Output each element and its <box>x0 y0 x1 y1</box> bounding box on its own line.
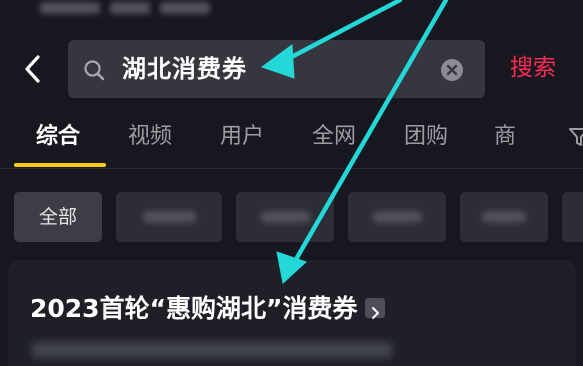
tab-web[interactable]: 全网 <box>312 122 356 152</box>
search-submit-button[interactable]: 搜索 <box>510 52 556 84</box>
blurred-result-subtitle <box>32 342 392 358</box>
back-arrow-icon <box>25 55 40 83</box>
tab-videos[interactable]: 视频 <box>128 122 172 152</box>
blurred-chip-text <box>142 211 196 223</box>
filter-icon[interactable] <box>568 126 583 148</box>
blurred-chip-text <box>260 211 310 223</box>
chip-blurred[interactable] <box>116 192 222 242</box>
result-title-text[interactable]: 2023首轮“惠购湖北”消费券 <box>30 294 357 323</box>
tab-group-buy[interactable]: 团购 <box>404 122 448 152</box>
chip-blurred[interactable] <box>236 192 334 242</box>
back-button[interactable] <box>18 52 48 86</box>
active-tab-indicator <box>14 163 106 167</box>
search-icon <box>84 60 105 81</box>
result-card[interactable]: 2023首轮“惠购湖北”消费券 <box>8 260 576 366</box>
chip-blurred[interactable] <box>562 192 583 242</box>
search-results-screen: 湖北消费券 搜索 综合 视频 用户 全网 团购 商 全部 2023首轮“惠购湖北… <box>0 0 583 366</box>
chip-blurred[interactable] <box>460 192 548 242</box>
tab-users[interactable]: 用户 <box>220 122 264 152</box>
chip-all[interactable]: 全部 <box>14 192 102 242</box>
blurred-chip-text <box>482 211 526 223</box>
chevron-right-icon[interactable] <box>365 298 386 319</box>
search-field[interactable]: 湖北消费券 <box>68 40 485 98</box>
result-tabs: 综合 视频 用户 全网 团购 商 <box>0 118 583 168</box>
chip-all-label: 全部 <box>38 206 77 228</box>
blurred-status-text <box>40 2 210 18</box>
search-query-text[interactable]: 湖北消费券 <box>122 53 247 85</box>
blurred-chip-text <box>372 211 422 223</box>
tab-shop[interactable]: 商 <box>494 122 516 152</box>
chip-blurred[interactable] <box>348 192 446 242</box>
result-title[interactable]: 2023首轮“惠购湖北”消费券 <box>30 292 386 326</box>
tab-comprehensive[interactable]: 综合 <box>36 122 80 152</box>
tabs-divider <box>0 168 583 169</box>
clear-icon[interactable] <box>440 58 464 82</box>
